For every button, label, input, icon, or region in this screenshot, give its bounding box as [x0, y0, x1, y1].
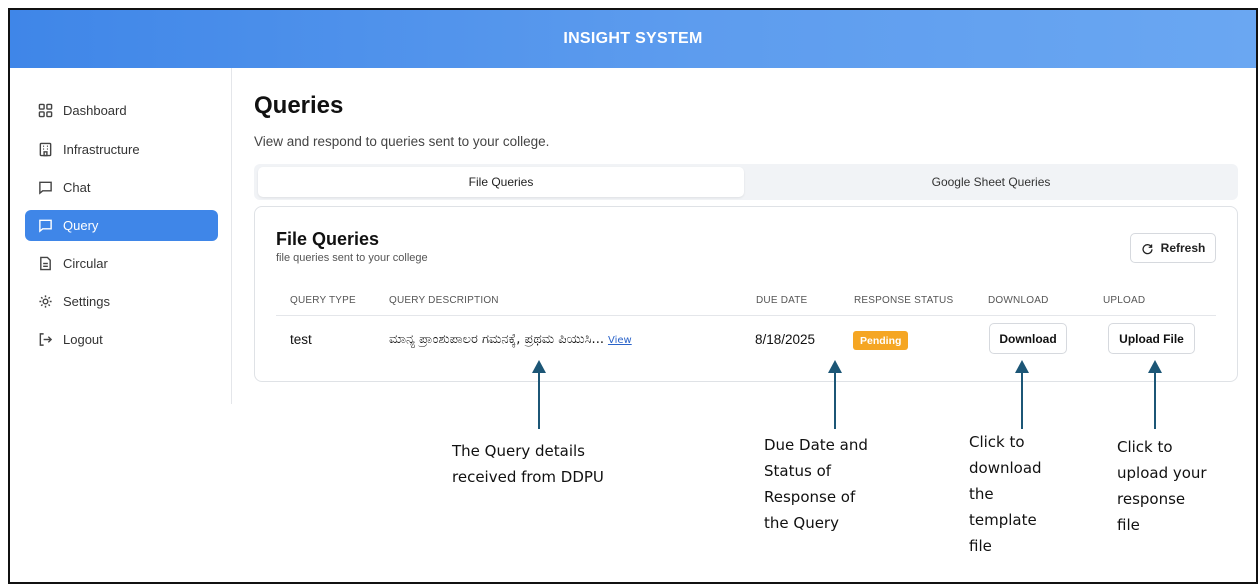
tab-google-sheet-queries[interactable]: Google Sheet Queries — [748, 167, 1234, 197]
status-badge: Pending — [853, 331, 909, 350]
app-title: INSIGHT SYSTEM — [563, 30, 703, 47]
logout-icon — [37, 332, 53, 348]
card-subtitle: file queries sent to your college — [276, 252, 428, 264]
sidebar: Dashboard Infrastructure Chat Query Circ… — [10, 68, 232, 404]
building-icon — [37, 142, 53, 158]
chat-icon — [37, 180, 53, 196]
sidebar-item-dashboard[interactable]: Dashboard — [25, 95, 218, 126]
sidebar-item-chat[interactable]: Chat — [25, 172, 218, 203]
sidebar-item-label: Circular — [63, 256, 108, 271]
gear-icon — [37, 294, 53, 310]
refresh-label: Refresh — [1160, 241, 1206, 255]
sidebar-item-label: Logout — [63, 332, 103, 347]
sidebar-item-infrastructure[interactable]: Infrastructure — [25, 134, 218, 165]
column-header-due-date: DUE DATE — [756, 295, 808, 306]
sidebar-item-label: Settings — [63, 294, 110, 309]
column-header-download: DOWNLOAD — [988, 295, 1049, 306]
refresh-icon — [1142, 243, 1153, 254]
arrow-up-icon — [828, 360, 842, 429]
arrow-up-icon — [1015, 360, 1029, 429]
sidebar-item-query[interactable]: Query — [25, 210, 218, 241]
note-upload: Click to upload your response file — [1117, 438, 1207, 534]
cell-query-description: ಮಾನ್ಯ ಪ್ರಾಂಶುಪಾಲರ ಗಮನಕ್ಕೆ, ಪ್ರಥಮ ಪಿಯುಸಿ.… — [389, 332, 632, 347]
tab-file-queries[interactable]: File Queries — [258, 167, 744, 197]
grid-icon — [37, 103, 53, 119]
sidebar-item-label: Query — [63, 218, 99, 233]
sidebar-item-logout[interactable]: Logout — [25, 324, 218, 355]
top-bar: INSIGHT SYSTEM — [10, 10, 1256, 68]
app-window: INSIGHT SYSTEM Dashboard Infrastructure … — [8, 8, 1258, 584]
sidebar-item-circular[interactable]: Circular — [25, 248, 218, 279]
page-subtitle: View and respond to queries sent to your… — [254, 134, 550, 149]
note-download: Click to download the template file — [969, 433, 1042, 555]
tab-bar: File Queries Google Sheet Queries — [254, 164, 1238, 200]
cell-query-type: test — [290, 332, 312, 347]
download-button[interactable]: Download — [989, 323, 1067, 354]
note-query-details: The Query details received from DDPU — [452, 442, 604, 486]
query-description-text: ಮಾನ್ಯ ಪ್ರಾಂಶುಪಾಲರ ಗಮನಕ್ಕೆ, ಪ್ರಥಮ ಪಿಯುಸಿ.… — [389, 332, 604, 347]
arrow-up-icon — [1148, 360, 1162, 429]
column-header-query-description: QUERY DESCRIPTION — [389, 295, 499, 306]
table-header-divider — [276, 315, 1216, 316]
sidebar-item-settings[interactable]: Settings — [25, 286, 218, 317]
card-title: File Queries — [276, 229, 380, 249]
sidebar-item-label: Infrastructure — [63, 142, 140, 157]
document-icon — [37, 256, 53, 272]
arrow-up-icon — [532, 360, 546, 429]
note-due-status: Due Date and Status of Response of the Q… — [764, 436, 868, 532]
column-header-query-type: QUERY TYPE — [290, 295, 356, 306]
view-link[interactable]: View — [608, 335, 632, 346]
sidebar-item-label: Chat — [63, 180, 91, 195]
column-header-response-status: RESPONSE STATUS — [854, 295, 954, 306]
refresh-button[interactable]: Refresh — [1130, 233, 1216, 263]
file-queries-card: File Queries file queries sent to your c… — [254, 206, 1238, 382]
query-icon — [37, 218, 53, 234]
page-title: Queries — [254, 92, 344, 119]
column-header-upload: UPLOAD — [1103, 295, 1146, 306]
sidebar-item-label: Dashboard — [63, 103, 127, 118]
upload-file-button[interactable]: Upload File — [1108, 323, 1195, 354]
cell-due-date: 8/18/2025 — [755, 332, 816, 347]
